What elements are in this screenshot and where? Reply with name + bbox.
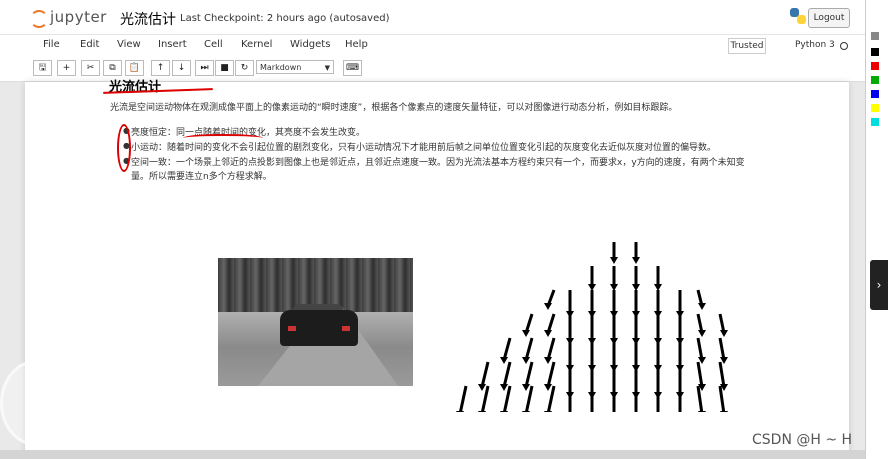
csdn-watermark: CSDN @H ~ H	[752, 432, 853, 448]
save-icon: 🖫	[38, 63, 47, 73]
video-progress-bar[interactable]	[0, 450, 865, 459]
trusted-indicator[interactable]: Trusted	[728, 38, 766, 54]
jupyter-logo-text: jupyter	[50, 8, 107, 26]
flow-arrow	[544, 289, 556, 310]
menu-view[interactable]: View	[117, 39, 141, 50]
flow-arrow	[718, 337, 728, 364]
flow-arrow	[696, 313, 706, 337]
menu-cell[interactable]: Cell	[204, 39, 223, 50]
bullet-3: 空间一致：一个场景上邻近的点投影到图像上也是邻近点，且邻近点速度一致。因为光流法…	[131, 158, 745, 168]
collapse-arrow-icon[interactable]: ›	[870, 260, 888, 310]
notebook-title[interactable]: 光流估计	[120, 9, 176, 29]
menu-edit[interactable]: Edit	[80, 39, 99, 50]
notebook-page: 光流估计 光流是空间运动物体在观测成像平面上的像素运动的“瞬时速度”，根据各个像…	[25, 80, 849, 459]
flow-arrow	[654, 266, 662, 291]
play-icon[interactable]	[0, 360, 72, 446]
color-swatch[interactable]	[871, 90, 879, 98]
color-swatch[interactable]	[871, 62, 879, 70]
menu-widgets[interactable]: Widgets	[290, 39, 330, 50]
flow-arrow	[522, 337, 534, 364]
keyboard-icon: ⌨	[346, 63, 359, 73]
flow-arrow	[478, 385, 490, 412]
stop-icon: ■	[220, 63, 229, 73]
intro-paragraph: 光流是空间运动物体在观测成像平面上的像素运动的“瞬时速度”，根据各个像素点的速度…	[110, 103, 678, 113]
flow-arrow	[588, 290, 596, 318]
interrupt-button[interactable]: ■	[215, 60, 234, 76]
restart-button[interactable]: ↻	[235, 60, 254, 76]
color-swatch[interactable]	[871, 118, 879, 126]
notebook-header: jupyter 光流估计 Last Checkpoint: 2 hours ag…	[0, 0, 865, 34]
paste-icon: 📋	[128, 63, 141, 73]
checkpoint-status: Last Checkpoint: 2 hours ago (autosaved)	[180, 13, 390, 24]
kernel-name: Python 3	[795, 40, 835, 50]
flow-arrow	[610, 242, 618, 264]
flow-arrow	[566, 290, 574, 318]
red-underline-annotation	[183, 134, 263, 142]
flow-arrow	[678, 386, 682, 412]
step-forward-icon: ⏭	[200, 63, 209, 73]
run-button[interactable]: ⏭	[195, 60, 214, 76]
flow-arrow	[632, 290, 640, 318]
flow-arrow	[456, 385, 468, 412]
move-up-button[interactable]: ↑	[151, 60, 170, 76]
jupyter-ring-icon	[30, 10, 48, 28]
flow-arrow	[544, 337, 556, 364]
refresh-icon: ↻	[240, 63, 249, 73]
flow-arrow	[676, 290, 684, 318]
plus-icon: +	[62, 63, 71, 73]
cut-button[interactable]: ✂	[81, 60, 100, 76]
flow-arrow	[544, 385, 556, 412]
flow-arrow	[612, 386, 616, 412]
flow-arrow	[500, 385, 512, 412]
arrow-down-icon: ↓	[177, 63, 186, 73]
flow-arrow	[544, 313, 556, 337]
flow-arrow	[500, 337, 512, 364]
insert-cell-button[interactable]: +	[57, 60, 76, 76]
color-swatch[interactable]	[871, 104, 879, 112]
jupyter-logo[interactable]: jupyter	[30, 8, 108, 28]
python-logo-icon	[790, 8, 806, 24]
save-button[interactable]: 🖫	[33, 60, 52, 76]
scissors-icon: ✂	[86, 63, 95, 73]
color-swatch[interactable]	[871, 76, 879, 84]
optical-flow-field-image	[456, 242, 728, 412]
color-swatch[interactable]	[871, 48, 879, 56]
flow-arrow	[610, 266, 618, 291]
menu-file[interactable]: File	[43, 39, 60, 50]
flow-arrow	[590, 386, 594, 412]
flow-arrow	[696, 337, 706, 364]
logout-button[interactable]: Logout	[808, 8, 850, 28]
menu-insert[interactable]: Insert	[158, 39, 187, 50]
cell-type-value: Markdown	[260, 63, 302, 72]
car-frame-image	[218, 258, 413, 386]
flow-arrow	[656, 386, 660, 412]
menubar: File Edit View Insert Cell Kernel Widget…	[0, 34, 865, 58]
cell-type-select[interactable]: Markdown ▼	[256, 60, 334, 74]
paste-button[interactable]: 📋	[125, 60, 144, 76]
flow-arrow	[634, 386, 638, 412]
flow-arrow	[654, 290, 662, 318]
kernel-idle-icon	[840, 42, 848, 50]
flow-arrow	[522, 385, 534, 412]
bullet-3-continuation: 量。所以需要连立n多个方程求解。	[131, 172, 272, 182]
flow-arrow	[696, 289, 706, 310]
flow-arrow	[522, 313, 534, 337]
chevron-down-icon: ▼	[324, 64, 330, 72]
drawing-tool-panel	[865, 0, 888, 459]
arrow-up-icon: ↑	[156, 63, 165, 73]
menu-help[interactable]: Help	[345, 39, 368, 50]
red-circle-annotation	[117, 124, 131, 172]
flow-arrow	[718, 313, 728, 337]
flow-arrow	[610, 290, 618, 318]
command-palette-button[interactable]: ⌨	[343, 60, 362, 76]
copy-icon: ⧉	[109, 63, 116, 73]
copy-button[interactable]: ⧉	[103, 60, 122, 76]
flow-arrow	[588, 266, 596, 291]
menu-kernel[interactable]: Kernel	[241, 39, 272, 50]
color-swatch[interactable]	[871, 32, 879, 40]
flow-arrow	[632, 242, 640, 264]
move-down-button[interactable]: ↓	[172, 60, 191, 76]
flow-arrow	[568, 386, 572, 412]
flow-arrow	[632, 266, 640, 291]
